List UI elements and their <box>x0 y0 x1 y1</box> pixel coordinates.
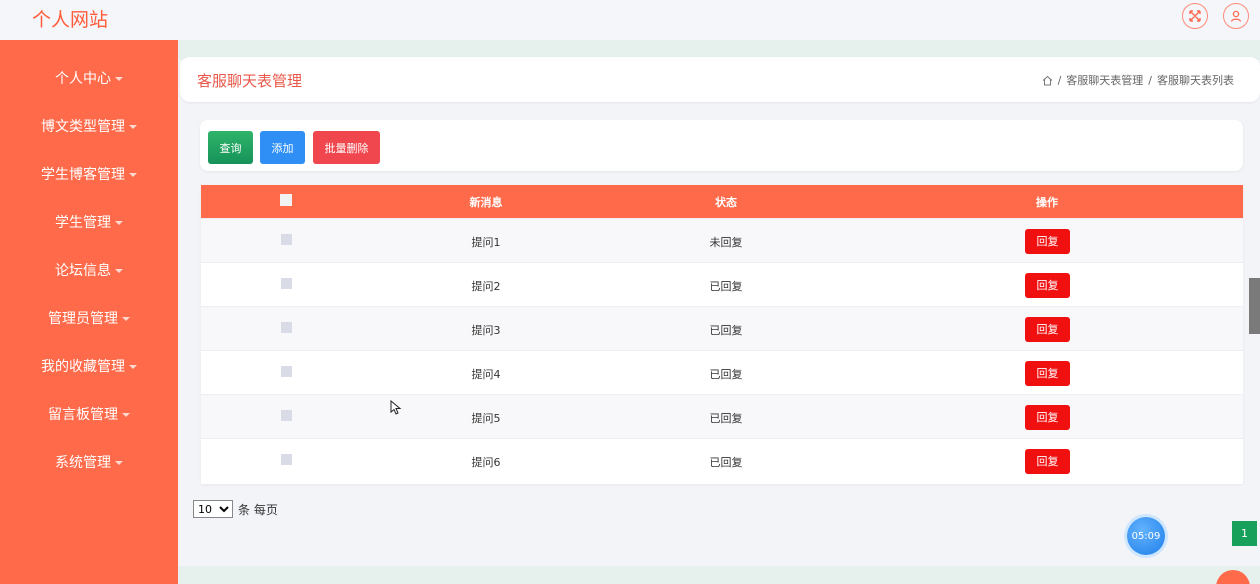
caret-down-icon <box>122 317 130 321</box>
batch-delete-button[interactable]: 批量删除 <box>313 131 380 164</box>
row-message: 提问1 <box>471 236 501 249</box>
row-message: 提问2 <box>471 280 501 293</box>
table-row: 提问4 已回复 回复 <box>201 350 1243 394</box>
select-all-checkbox[interactable] <box>280 194 292 206</box>
header-message: 新消息 <box>469 196 503 209</box>
sidebar-item-student-blog[interactable]: 学生博客管理 <box>0 163 178 187</box>
page-size-suffix: 条 每页 <box>238 502 278 517</box>
row-checkbox[interactable] <box>280 410 292 421</box>
caret-down-icon <box>122 413 130 417</box>
site-title: 个人网站 <box>32 9 109 31</box>
caret-down-icon <box>129 125 137 129</box>
reply-button[interactable]: 回复 <box>1025 273 1070 298</box>
page-title: 客服聊天表管理 <box>197 72 303 90</box>
content-background-bottom <box>178 566 1260 584</box>
caret-down-icon <box>115 269 123 273</box>
row-message: 提问5 <box>471 412 501 425</box>
pagination-size: 10 条 每页 <box>193 500 278 518</box>
user-icon[interactable] <box>1223 3 1249 29</box>
row-checkbox[interactable] <box>280 454 292 465</box>
sidebar: 个人中心 博文类型管理 学生博客管理 学生管理 论坛信息 管理员管理 我的收藏管… <box>0 40 178 584</box>
header-action: 操作 <box>1036 196 1058 209</box>
caret-down-icon <box>115 77 123 81</box>
row-message: 提问6 <box>471 456 501 469</box>
sidebar-item-message-board[interactable]: 留言板管理 <box>0 403 178 427</box>
scrollbar-thumb[interactable] <box>1249 278 1260 334</box>
row-checkbox[interactable] <box>280 278 292 289</box>
breadcrumb-separator: / <box>1057 73 1062 87</box>
fullscreen-icon[interactable] <box>1182 3 1208 29</box>
timer-badge: 05:09 <box>1127 517 1165 555</box>
caret-down-icon <box>129 173 137 177</box>
toolbar: 查询 添加 批量删除 <box>200 120 1243 171</box>
sidebar-item-students[interactable]: 学生管理 <box>0 211 178 235</box>
page-size-select[interactable]: 10 <box>193 500 233 518</box>
page-header: 客服聊天表管理 / 客服聊天表管理 / 客服聊天表列表 <box>180 57 1260 102</box>
table-row: 提问6 已回复 回复 <box>201 438 1243 482</box>
row-status: 已回复 <box>709 324 743 337</box>
sidebar-item-system[interactable]: 系统管理 <box>0 451 178 475</box>
row-checkbox[interactable] <box>280 234 292 245</box>
breadcrumb-item-manage[interactable]: 客服聊天表管理 <box>1066 72 1143 88</box>
header-status: 状态 <box>715 196 737 209</box>
table-row: 提问1 未回复 回复 <box>201 218 1243 262</box>
reply-button[interactable]: 回复 <box>1025 405 1070 430</box>
table-row: 提问5 已回复 回复 <box>201 394 1243 438</box>
row-checkbox[interactable] <box>280 366 292 377</box>
reply-button[interactable]: 回复 <box>1025 317 1070 342</box>
row-status: 已回复 <box>709 368 743 381</box>
table-row: 提问3 已回复 回复 <box>201 306 1243 350</box>
reply-button[interactable]: 回复 <box>1025 449 1070 474</box>
top-bar: 个人网站 <box>0 0 1260 40</box>
row-status: 已回复 <box>709 280 743 293</box>
caret-down-icon <box>115 221 123 225</box>
table-row: 提问2 已回复 回复 <box>201 262 1243 306</box>
page-number[interactable]: 1 <box>1232 521 1257 546</box>
breadcrumb-item-list: 客服聊天表列表 <box>1157 74 1234 87</box>
query-button[interactable]: 查询 <box>208 131 253 164</box>
sidebar-item-personal-center[interactable]: 个人中心 <box>0 67 178 91</box>
sidebar-item-post-type[interactable]: 博文类型管理 <box>0 115 178 139</box>
row-status: 未回复 <box>709 236 743 249</box>
reply-button[interactable]: 回复 <box>1025 229 1070 254</box>
breadcrumb: / 客服聊天表管理 / 客服聊天表列表 <box>1042 72 1234 88</box>
breadcrumb-separator: / <box>1148 73 1152 87</box>
caret-down-icon <box>115 461 123 465</box>
sidebar-item-admins[interactable]: 管理员管理 <box>0 307 178 331</box>
mouse-cursor-icon <box>390 400 402 415</box>
table-header: 新消息 状态 操作 <box>201 185 1243 218</box>
row-status: 已回复 <box>709 456 743 469</box>
sidebar-item-forum[interactable]: 论坛信息 <box>0 259 178 283</box>
select-all-cell <box>241 194 331 209</box>
row-message: 提问4 <box>471 368 501 381</box>
reply-button[interactable]: 回复 <box>1025 361 1070 386</box>
add-button[interactable]: 添加 <box>260 131 305 164</box>
sidebar-item-favorites[interactable]: 我的收藏管理 <box>0 355 178 379</box>
chat-table: 新消息 状态 操作 提问1 未回复 回复 提问2 已回复 回复 提问3 已回复 … <box>201 185 1243 484</box>
row-message: 提问3 <box>471 324 501 337</box>
caret-down-icon <box>129 365 137 369</box>
home-icon[interactable] <box>1042 75 1053 86</box>
row-status: 已回复 <box>709 412 743 425</box>
row-checkbox[interactable] <box>280 322 292 333</box>
